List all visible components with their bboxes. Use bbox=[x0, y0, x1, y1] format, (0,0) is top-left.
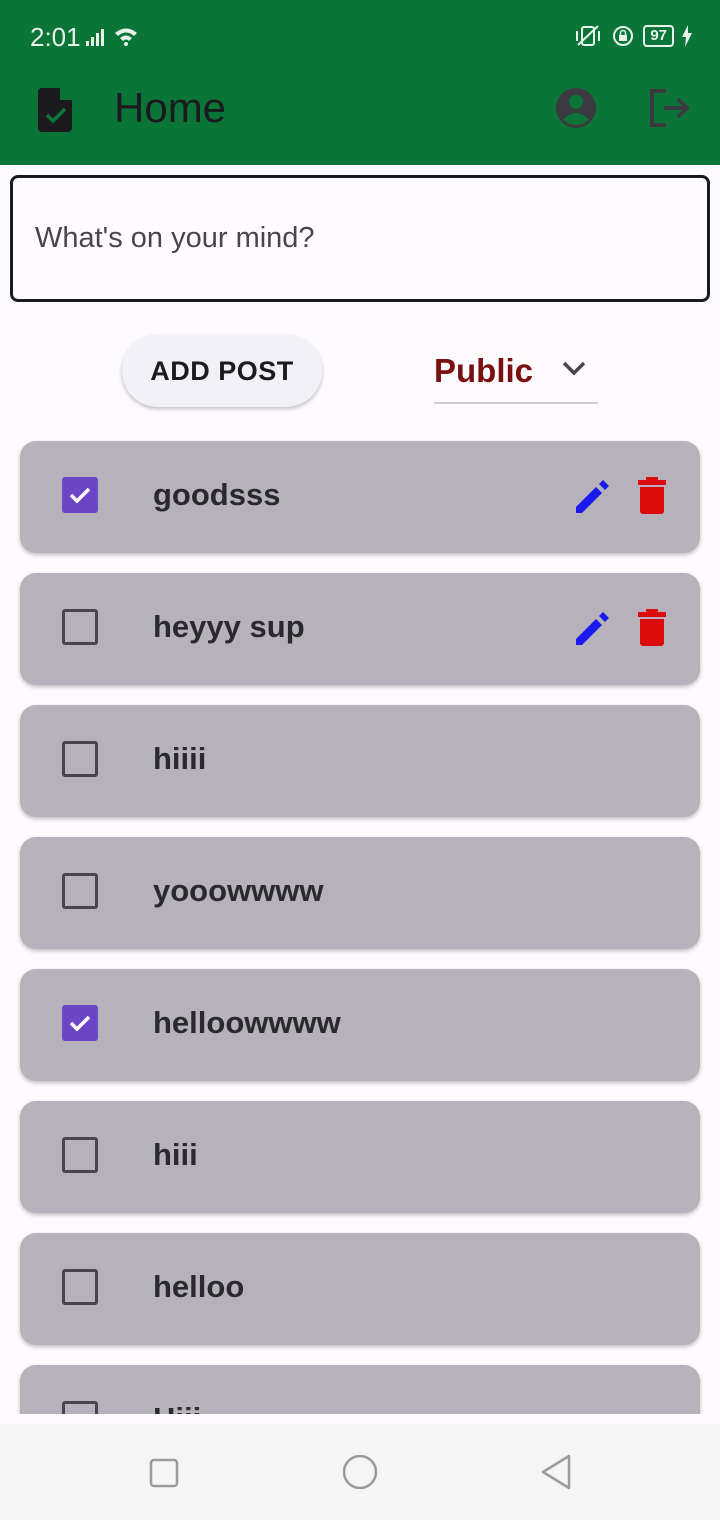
post-checkbox[interactable] bbox=[62, 741, 98, 777]
status-right-icons: 97 bbox=[573, 24, 692, 48]
post-input[interactable] bbox=[10, 175, 710, 302]
rotation-lock-icon bbox=[613, 26, 634, 46]
charging-icon bbox=[682, 25, 692, 47]
post-text: Hiii bbox=[153, 1401, 201, 1414]
post-checkbox[interactable] bbox=[62, 609, 98, 645]
visibility-dropdown[interactable]: Public bbox=[434, 340, 598, 404]
chevron-down-icon bbox=[562, 360, 586, 381]
post-checkbox[interactable] bbox=[62, 1005, 98, 1041]
post-checkbox[interactable] bbox=[62, 477, 98, 513]
list-item: hiiii bbox=[20, 705, 700, 817]
task-document-icon bbox=[38, 88, 74, 137]
pencil-icon[interactable] bbox=[572, 475, 612, 520]
trash-icon[interactable] bbox=[634, 475, 670, 520]
pencil-icon[interactable] bbox=[572, 607, 612, 652]
vibrate-icon bbox=[576, 25, 601, 46]
status-bar: 2:01 97 bbox=[0, 0, 720, 70]
post-text: yooowwww bbox=[153, 873, 324, 908]
post-checkbox[interactable] bbox=[62, 1401, 98, 1414]
list-item: helloowwww bbox=[20, 969, 700, 1081]
battery-indicator: 97 bbox=[643, 25, 674, 47]
account-circle-icon[interactable] bbox=[554, 86, 598, 135]
post-text: heyyy sup bbox=[153, 609, 305, 644]
logout-icon[interactable] bbox=[648, 88, 692, 133]
post-text: helloo bbox=[153, 1269, 245, 1304]
list-item: hiii bbox=[20, 1101, 700, 1213]
list-item: heyyy sup bbox=[20, 573, 700, 685]
list-item: Hiii bbox=[20, 1365, 700, 1414]
add-post-button[interactable]: ADD POST bbox=[122, 335, 322, 407]
post-text: helloowwww bbox=[153, 1005, 341, 1040]
list-item: helloo bbox=[20, 1233, 700, 1345]
signal-wifi-icons bbox=[84, 24, 140, 53]
post-checkbox[interactable] bbox=[62, 873, 98, 909]
post-checkbox[interactable] bbox=[62, 1137, 98, 1173]
list-item: yooowwww bbox=[20, 837, 700, 949]
visibility-value: Public bbox=[434, 352, 534, 389]
post-text: hiiii bbox=[153, 741, 207, 776]
status-time: 2:01 bbox=[30, 22, 81, 52]
home-icon[interactable] bbox=[342, 1454, 378, 1495]
trash-icon[interactable] bbox=[634, 607, 670, 652]
recents-icon[interactable] bbox=[149, 1458, 179, 1493]
app-bar: Home bbox=[0, 70, 720, 165]
post-text: goodsss bbox=[153, 477, 281, 512]
page-title: Home bbox=[114, 84, 227, 131]
post-text: hiii bbox=[153, 1137, 198, 1172]
post-list[interactable]: goodsss heyyy sup hiiii yooowwww helloow… bbox=[0, 420, 720, 1414]
list-item: goodsss bbox=[20, 441, 700, 553]
system-nav-bar bbox=[0, 1424, 720, 1520]
back-icon[interactable] bbox=[540, 1454, 572, 1495]
post-checkbox[interactable] bbox=[62, 1269, 98, 1305]
